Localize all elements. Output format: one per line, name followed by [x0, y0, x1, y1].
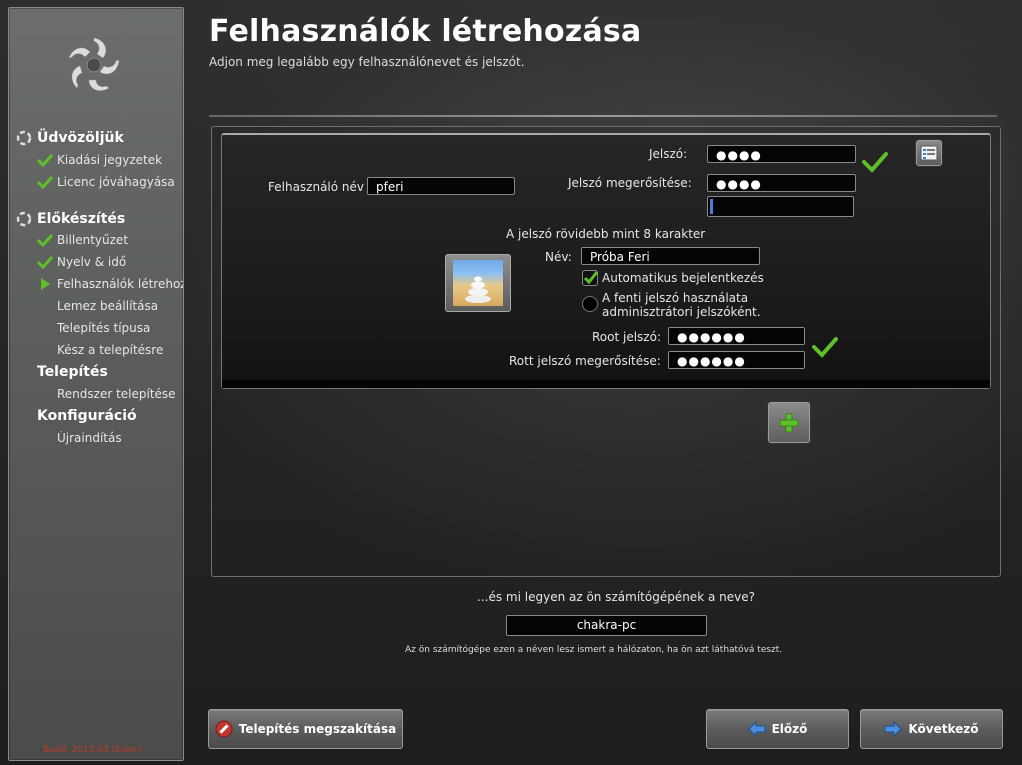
sidebar-item-install-type: Telepítés típusa — [37, 321, 183, 335]
sidebar-item-label: Licenc jóváhagyása — [57, 175, 175, 189]
check-icon — [37, 175, 53, 189]
user-avatar-button[interactable] — [445, 254, 511, 312]
stones-icon — [465, 276, 491, 303]
sidebar-item-disk-setup: Lemez beállítása — [37, 299, 183, 313]
header-divider — [209, 115, 997, 117]
sidebar-item-label: Rendszer telepítése — [57, 387, 176, 401]
username-label: Felhasználó név — [268, 180, 365, 194]
chakra-small-icon — [16, 211, 32, 227]
next-button[interactable]: Következő — [860, 709, 1003, 749]
next-label: Következő — [908, 722, 979, 736]
sidebar-item-keyboard: Billentyűzet — [37, 233, 183, 247]
sidebar-item-label: Lemez beállítása — [57, 299, 159, 313]
sidebar-section-configuration: Konfiguráció — [37, 408, 137, 424]
plus-icon — [779, 413, 799, 433]
use-as-root-label-line-2: adminisztrátori jelszóként. — [602, 305, 761, 319]
sidebar-item-create-users: Felhasználók létrehozása — [37, 277, 183, 291]
use-as-root-checkbox[interactable] — [582, 296, 598, 312]
sidebar-section-title: Telepítés — [37, 364, 108, 380]
sidebar-section-install: Telepítés — [37, 364, 108, 380]
text-cursor — [710, 199, 713, 214]
name-label: Név: — [545, 250, 572, 264]
password-input[interactable]: ●●●● — [707, 145, 856, 163]
root-confirm-input[interactable]: ●●●●●● — [668, 351, 805, 369]
list-icon — [920, 145, 938, 161]
password-label: Jelszó: — [649, 147, 688, 161]
sidebar-item-release-notes: Kiadási jegyzetek — [37, 153, 183, 167]
sidebar-section-title: Előkészítés — [37, 211, 126, 227]
sidebar-item-label: Telepítés típusa — [57, 321, 151, 335]
avatar-image — [453, 260, 503, 306]
use-as-root-label: A fenti jelszó használata adminisztrátor… — [602, 291, 761, 319]
sidebar-item-reboot: Újraindítás — [37, 431, 183, 445]
sidebar: Üdvözöljük Kiadási jegyzetek Licenc jóvá… — [8, 7, 184, 761]
root-password-input[interactable]: ●●●●●● — [668, 327, 805, 345]
sidebar-item-ready: Kész a telepítésre — [37, 343, 183, 357]
check-icon — [37, 233, 53, 247]
user-card-footer — [222, 380, 990, 388]
sidebar-item-label: Felhasználók létrehozása — [57, 277, 183, 291]
sidebar-item-language-time: Nyelv & idő — [37, 255, 183, 269]
check-icon — [37, 255, 53, 269]
sidebar-item-label: Kész a telepítésre — [57, 343, 164, 357]
username-input[interactable]: pferi — [367, 177, 515, 195]
current-step-arrow-icon — [41, 278, 50, 290]
password-confirm-label: Jelszó megerősítése: — [568, 176, 692, 190]
sidebar-item-license: Licenc jóváhagyása — [37, 175, 183, 189]
password-confirm-input[interactable]: ●●●● — [707, 174, 856, 192]
sidebar-item-system-install: Rendszer telepítése — [37, 387, 183, 401]
page-title: Felhasználók létrehozása — [209, 14, 642, 49]
password-valid-check-icon — [862, 152, 888, 173]
use-as-root-label-line-1: A fenti jelszó használata — [602, 291, 749, 305]
arrow-left-icon — [747, 720, 766, 738]
sidebar-section-title: Konfiguráció — [37, 408, 137, 424]
page-subtitle: Adjon meg legalább egy felhasználónevet … — [209, 55, 525, 69]
root-password-label: Root jelszó: — [592, 330, 661, 344]
hostname-hint: Az ön számítógépe ezen a néven lesz isme… — [405, 645, 783, 655]
check-icon — [37, 153, 53, 167]
abort-install-label: Telepítés megszakítása — [238, 722, 397, 736]
arrow-right-icon — [884, 720, 903, 738]
password-length-warning: A jelszó rövidebb mint 8 karakter — [506, 227, 706, 241]
full-name-input[interactable]: Próba Feri — [581, 247, 760, 265]
back-button[interactable]: Előző — [706, 709, 849, 749]
build-label: Build: 2015.03 (Euler) — [43, 745, 142, 755]
chakra-small-icon — [16, 130, 32, 146]
root-confirm-label: Rott jelszó megerősítése: — [509, 354, 661, 368]
abort-install-button[interactable]: Telepítés megszakítása — [208, 709, 403, 749]
autologin-checkbox[interactable] — [582, 270, 599, 286]
back-label: Előző — [771, 722, 808, 736]
sidebar-section-title: Üdvözöljük — [37, 130, 124, 146]
sidebar-item-label: Kiadási jegyzetek — [57, 153, 163, 167]
sidebar-item-label: Újraindítás — [57, 431, 122, 445]
user-details-button[interactable] — [916, 140, 942, 166]
sidebar-item-label: Billentyűzet — [57, 233, 129, 247]
checkbox-check-icon — [583, 271, 599, 285]
chakra-logo-icon — [68, 37, 120, 91]
stop-icon — [215, 720, 233, 738]
computer-name-question: ...és mi legyen az ön számítógépének a n… — [477, 590, 755, 604]
autologin-label: Automatikus bejelentkezés — [602, 271, 764, 285]
sidebar-section-preparation: Előkészítés — [15, 210, 125, 228]
text-input-focused[interactable] — [707, 196, 854, 217]
sidebar-section-welcome: Üdvözöljük — [15, 129, 124, 147]
root-password-valid-check-icon — [812, 337, 838, 358]
hostname-input[interactable]: chakra-pc — [506, 615, 707, 636]
add-user-button[interactable] — [768, 402, 810, 443]
sidebar-item-label: Nyelv & idő — [57, 255, 127, 269]
